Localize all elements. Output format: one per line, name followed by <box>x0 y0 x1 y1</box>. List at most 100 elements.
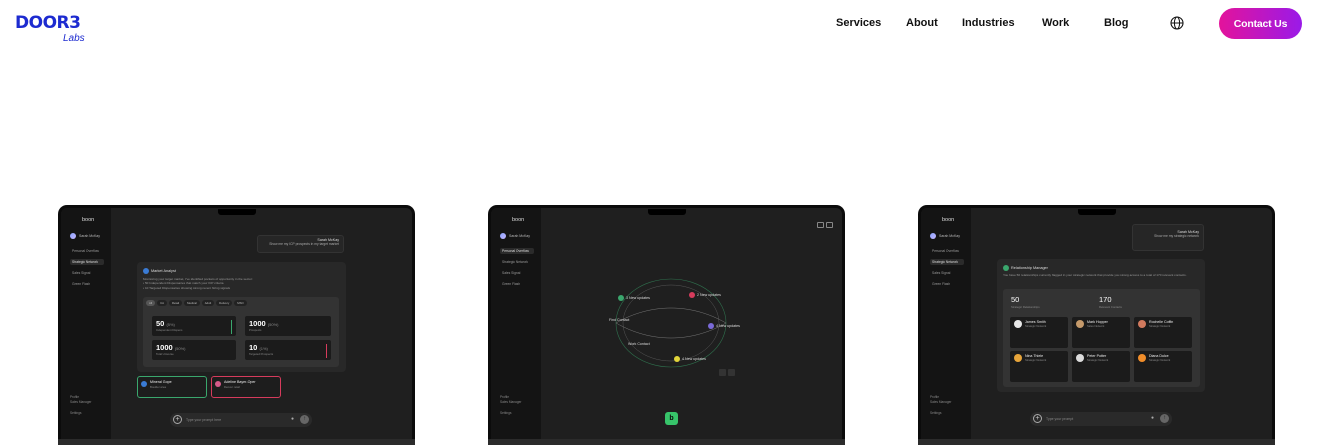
filter-chip[interactable]: MSO <box>234 300 247 306</box>
sidebar-role: Sales Manager <box>930 400 952 404</box>
metric-bar <box>326 344 327 358</box>
plus-icon[interactable]: + <box>1033 414 1042 423</box>
user-message: Sarah McKay Show me my ICP prospects in … <box>257 235 344 253</box>
sidebar-item-personal[interactable]: Personal Overflow <box>500 248 534 254</box>
send-icon[interactable]: ↑ <box>1160 414 1169 423</box>
stat-label: Relevant Contacts <box>1099 305 1122 309</box>
person-card[interactable]: Mark Hopper Sales Network <box>1072 317 1130 348</box>
person-card[interactable]: Diana Dulce Strategic Network <box>1134 351 1192 382</box>
panel-title: Relationship Manager <box>1003 265 1048 271</box>
person-card[interactable]: Peter Potter Strategic Network <box>1072 351 1130 382</box>
avatar <box>215 381 221 387</box>
sidebar-settings[interactable]: Settings <box>500 411 512 415</box>
send-icon[interactable]: ↑ <box>300 415 309 424</box>
graph-node[interactable]: 4 New updates <box>708 323 740 329</box>
sidebar-settings[interactable]: Settings <box>70 411 82 415</box>
person-name: Diana Dulce <box>1149 354 1169 358</box>
metric-card[interactable]: 10 (1%) Targeted Prospects <box>245 340 331 360</box>
nav-item-blog[interactable]: Blog <box>1104 17 1128 29</box>
avatar <box>1014 354 1022 362</box>
sidebar-user[interactable]: Sarah McKay <box>500 233 530 239</box>
person-card[interactable]: Rochelle Coffin Strategic Network <box>1134 317 1192 348</box>
prompt-input[interactable]: + Type your prompt ● ↑ <box>1030 412 1172 426</box>
nav-item-services[interactable]: Services <box>836 17 881 29</box>
metric-card[interactable]: 1000 (50%) Total Universe <box>152 340 236 360</box>
app-logo: boon <box>512 217 525 223</box>
laptop-market-analyst: boon Sarah McKay Personal Overflow Strat… <box>58 205 415 445</box>
person-role: Sales Network <box>1087 325 1105 328</box>
filter-chip[interactable]: Retail <box>169 300 183 306</box>
user-message-text: Show me my ICP prospects in my target ma… <box>269 242 339 246</box>
globe-icon[interactable] <box>1170 16 1184 30</box>
sidebar-role: Sales Manager <box>500 400 522 404</box>
mic-icon[interactable]: ● <box>1151 415 1154 421</box>
graph-node[interactable]: 4 New updates <box>674 356 706 362</box>
mic-icon[interactable]: ● <box>291 416 294 422</box>
metric-card[interactable]: 50 (5%) Independent Dispens <box>152 316 236 336</box>
app-logo: boon <box>82 217 95 223</box>
laptop-base <box>918 439 1275 445</box>
top-nav: DOOR3 Labs Services About Industries Wor… <box>0 0 1322 48</box>
graph-label: Find Contact <box>609 318 630 322</box>
logo-main: DOOR3 <box>15 13 81 33</box>
sidebar-item-personal[interactable]: Personal Overflow <box>70 248 104 254</box>
graph-node[interactable]: 2 New updates <box>689 292 721 298</box>
sidebar-settings[interactable]: Settings <box>930 411 942 415</box>
nav-item-about[interactable]: About <box>906 17 938 29</box>
view-toggles <box>817 222 833 228</box>
graph-node[interactable]: 3 New updates <box>618 295 650 301</box>
contact-us-button[interactable]: Contact Us <box>1219 8 1302 39</box>
person-role: Strategic Network <box>1025 325 1047 328</box>
filter-chip[interactable]: Delivery <box>216 300 233 306</box>
metric-bar <box>231 320 232 334</box>
sidebar-user[interactable]: Sarah McKay <box>930 233 960 239</box>
nav-item-work[interactable]: Work <box>1042 17 1069 29</box>
app-sidebar: boon Sarah McKay Personal Overflow Strat… <box>921 208 971 445</box>
sidebar-profile[interactable]: Profile <box>500 395 509 399</box>
sidebar-item-sales[interactable]: Sales Signal <box>500 270 534 276</box>
app-screen: boon Sarah McKay Personal Overflow Strat… <box>61 208 412 445</box>
person-role: Strategic Network <box>1149 359 1171 362</box>
filter-chip[interactable]: CA <box>157 300 167 306</box>
sidebar-profile[interactable]: Profile <box>930 395 939 399</box>
stat-label: Strategic Relationships <box>1011 305 1040 309</box>
lead-card[interactable]: Adeline Bayer-Oper Denver retail <box>211 376 281 398</box>
filter-chip[interactable]: Medical <box>184 300 200 306</box>
plus-icon[interactable]: + <box>173 415 182 424</box>
person-name: Mark Hopper <box>1087 320 1108 324</box>
filter-chip[interactable]: All <box>146 300 156 306</box>
lead-card[interactable]: Mineral Gope Boulder area <box>137 376 207 398</box>
node-icon <box>618 295 624 301</box>
sidebar-item-sales[interactable]: Sales Signal <box>930 270 964 276</box>
zoom-out-icon[interactable] <box>728 369 735 376</box>
sidebar-item-strategic[interactable]: Strategic Network <box>930 259 964 265</box>
app-screen: boon Sarah McKay Personal Overflow Strat… <box>491 208 842 445</box>
person-role: Strategic Network <box>1087 359 1109 362</box>
sidebar-item-sales[interactable]: Sales Signal <box>70 270 104 276</box>
filter-chips: All CA Retail Medical Adult Delivery MSO <box>146 300 247 306</box>
sidebar-item-personal[interactable]: Personal Overflow <box>930 248 964 254</box>
zoom-in-icon[interactable] <box>719 369 726 376</box>
avatar <box>1076 354 1084 362</box>
nav-item-industries[interactable]: Industries <box>962 17 1015 29</box>
prompt-input[interactable]: + Type your prompt here ● ↑ <box>170 413 312 427</box>
person-card[interactable]: Nina Thiele Strategic Network <box>1010 351 1068 382</box>
filter-chip[interactable]: Adult <box>201 300 215 306</box>
person-card[interactable]: James Smith Strategic Network <box>1010 317 1068 348</box>
sidebar-item-strategic[interactable]: Strategic Network <box>500 259 534 265</box>
metric-card[interactable]: 1000 (50%) Prospects <box>245 316 331 336</box>
sidebar-item-green[interactable]: Green Flash <box>500 281 534 287</box>
sidebar-profile[interactable]: Profile <box>70 395 79 399</box>
panel-text: You have 50 relationships currently flag… <box>1003 273 1187 277</box>
sidebar-item-green[interactable]: Green Flash <box>70 281 104 287</box>
boon-launcher-button[interactable]: b <box>665 412 678 425</box>
logo[interactable]: DOOR3 Labs <box>15 13 95 47</box>
sidebar-item-strategic[interactable]: Strategic Network <box>70 259 104 265</box>
list-view-icon[interactable] <box>817 222 824 228</box>
sidebar-user[interactable]: Sarah McKay <box>70 233 100 239</box>
network-box: 50 Strategic Relationships 170 Relevant … <box>1003 289 1200 387</box>
avatar <box>1076 320 1084 328</box>
grid-view-icon[interactable] <box>826 222 833 228</box>
person-role: Strategic Network <box>1025 359 1047 362</box>
sidebar-item-green[interactable]: Green Flash <box>930 281 964 287</box>
